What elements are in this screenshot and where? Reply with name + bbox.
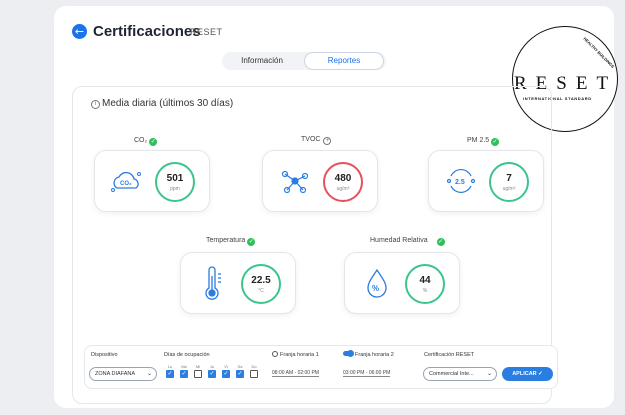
metric-ring: 22.5 °C — [241, 264, 281, 304]
humidity-drop-icon: % — [367, 268, 387, 298]
metric-label-humedad: Humedad Relativa ✓ — [370, 237, 445, 246]
svg-text:%: % — [372, 284, 379, 293]
day-checkbox-mi[interactable]: Mi — [194, 364, 202, 378]
range2-input[interactable]: 03:00 PM - 06:00 PM — [343, 370, 391, 377]
pm25-particles-icon: 2.5 — [446, 168, 476, 194]
range2-label[interactable]: Franja horaria 2 — [343, 350, 394, 358]
metric-unit-humedad: % — [422, 288, 428, 294]
device-label: Dispositivo — [91, 352, 118, 358]
metric-label-temperatura: Temperatura ✓ — [206, 237, 256, 246]
panel-title: i Media diaria (últimos 30 días) — [91, 98, 233, 109]
tab-reportes[interactable]: Reportes — [304, 52, 384, 70]
metric-value-temperatura: 22.5 — [251, 275, 271, 286]
page-title: Certificaciones — [93, 23, 201, 40]
days-label: Días de ocupación — [164, 352, 210, 358]
page-subtitle: RESET — [190, 27, 223, 37]
check-icon: ✓ — [491, 138, 500, 146]
metric-ring: 480 ug/m³ — [323, 162, 363, 202]
metric-value-co2: 501 — [166, 173, 184, 184]
check-icon: ✓ — [149, 138, 158, 146]
day-checkbox-ju[interactable]: Ju ✓ — [208, 364, 216, 378]
range1-label[interactable]: Franja horaria 1 — [272, 351, 319, 358]
info-icon: i — [91, 100, 100, 109]
metric-card-humedad: % 44 % — [344, 252, 460, 314]
day-checkbox-lu[interactable]: Lu ✓ — [166, 364, 174, 378]
device-select[interactable]: ZONA DIAFANA ⌄ — [89, 367, 157, 381]
day-checkbox-sa[interactable]: Sa ✓ — [236, 364, 244, 378]
metric-unit-temperatura: °C — [258, 288, 264, 294]
back-arrow-icon[interactable]: ← — [72, 24, 87, 39]
svg-text:CO₂: CO₂ — [120, 181, 132, 187]
day-checkbox-vi[interactable]: Vi ✓ — [222, 364, 230, 378]
molecule-icon — [281, 170, 309, 194]
radio-icon[interactable] — [272, 351, 278, 357]
metric-label-pm25: PM 2.5 ✓ — [467, 137, 500, 146]
metric-ring: 7 ug/m³ — [489, 162, 529, 202]
cert-select[interactable]: Commercial Inte... ⌄ — [423, 367, 497, 381]
thermometer-icon — [205, 266, 221, 300]
day-checkbox-do[interactable]: Do — [250, 364, 258, 378]
metric-card-tvoc: 480 ug/m³ — [262, 150, 378, 212]
chevron-down-icon: ⌄ — [486, 371, 492, 377]
plus-circle-icon[interactable]: + — [323, 137, 332, 145]
metric-ring: 501 ppm — [155, 162, 195, 202]
check-icon: ✓ — [247, 238, 256, 246]
metric-card-temperatura: 22.5 °C — [180, 252, 296, 314]
metric-unit-pm25: ug/m³ — [502, 186, 516, 192]
metric-card-co2: CO₂ 501 ppm — [94, 150, 210, 212]
metric-card-pm25: 2.5 7 ug/m³ — [428, 150, 544, 212]
metric-value-tvoc: 480 — [334, 173, 352, 184]
metric-value-humedad: 44 — [419, 275, 431, 286]
metric-value-pm25: 7 — [506, 173, 512, 184]
metric-label-tvoc: TVOC + — [301, 136, 332, 145]
range1-input[interactable]: 08:00 AM - 02:00 PM — [272, 370, 319, 377]
tab-informacion[interactable]: Información — [222, 52, 302, 70]
check-icon: ✓ — [436, 238, 445, 246]
toggle-icon[interactable] — [343, 350, 354, 357]
tab-bar: Información Reportes — [222, 52, 386, 70]
chevron-down-icon: ⌄ — [146, 371, 152, 377]
apply-button[interactable]: APLICAR ✓ — [502, 367, 553, 381]
svg-text:2.5: 2.5 — [455, 179, 465, 186]
metric-label-co2: CO₂ ✓ — [134, 137, 158, 146]
metric-unit-tvoc: ug/m³ — [336, 186, 350, 192]
day-checkbox-ma[interactable]: Ma ✓ — [180, 364, 188, 378]
metric-ring: 44 % — [405, 264, 445, 304]
cert-label: Certificación RESET — [424, 352, 475, 358]
metric-unit-co2: ppm — [170, 186, 180, 192]
co2-cloud-icon: CO₂ — [111, 171, 141, 192]
